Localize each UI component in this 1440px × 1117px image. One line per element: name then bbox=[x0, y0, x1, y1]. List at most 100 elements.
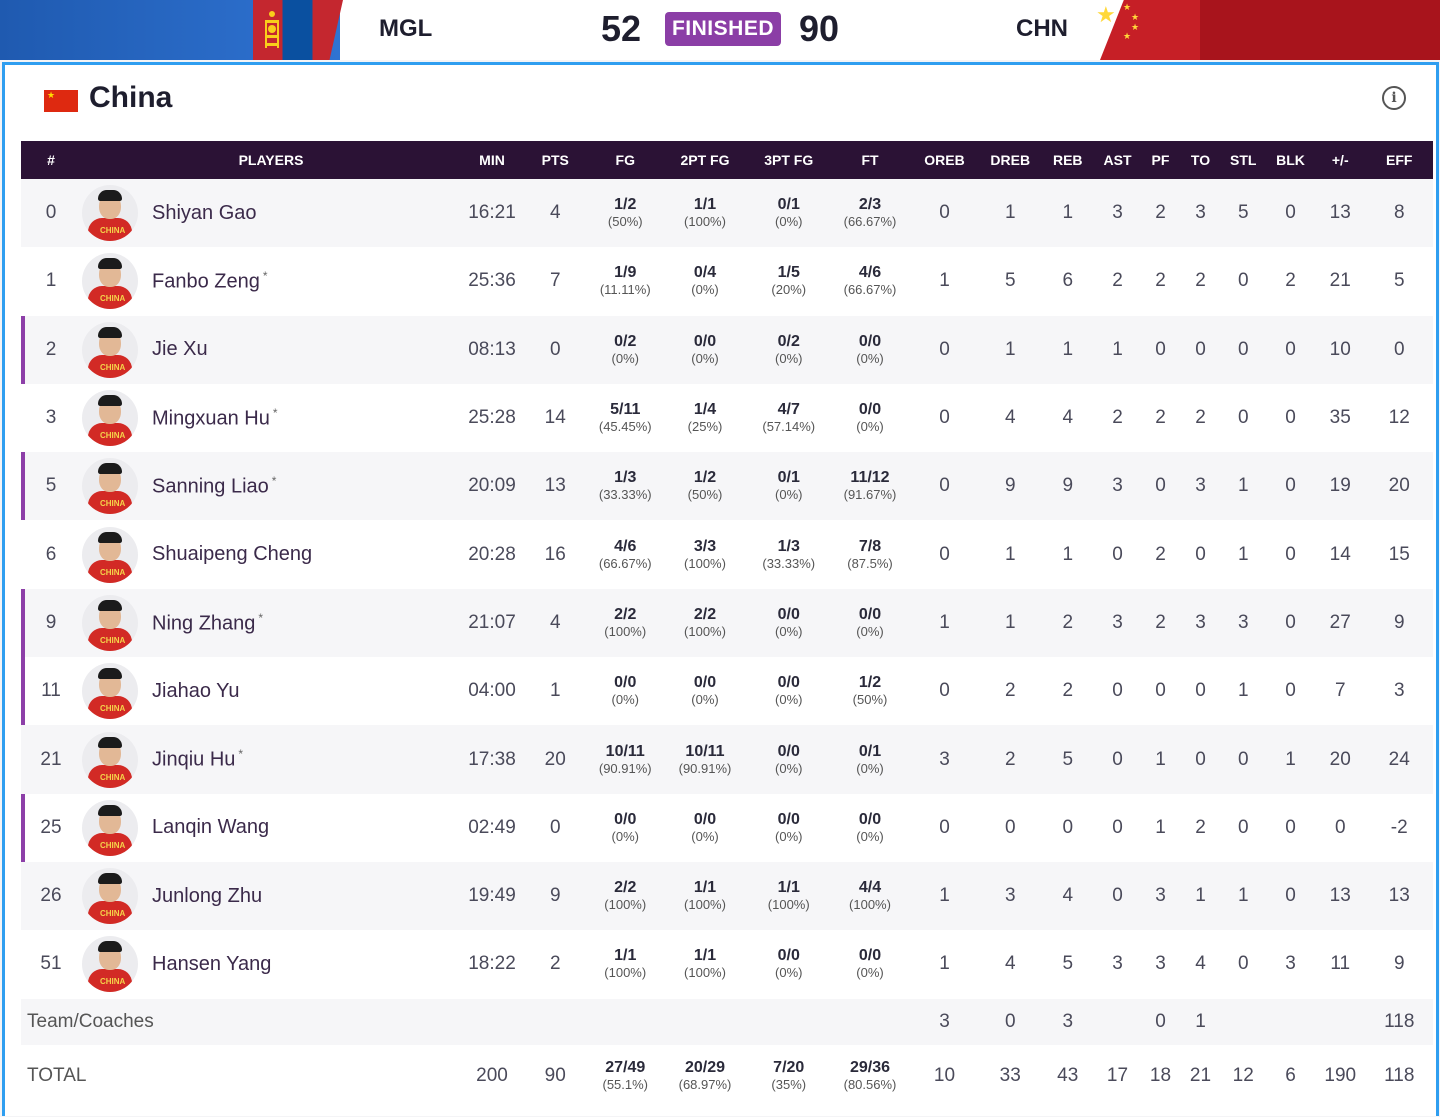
avatar-jersey-text: CHINA bbox=[100, 362, 126, 372]
player-avatar[interactable]: CHINA bbox=[82, 799, 138, 856]
player-avatar[interactable]: CHINA bbox=[82, 731, 138, 788]
col-reb-header[interactable]: REB bbox=[1041, 141, 1095, 179]
player-cell[interactable]: CHINA Lanqin Wang bbox=[81, 794, 461, 862]
player-avatar[interactable]: CHINA bbox=[82, 185, 138, 242]
col-stl-header[interactable]: STL bbox=[1221, 141, 1267, 179]
col-ast-header[interactable]: AST bbox=[1095, 141, 1141, 179]
col-to-header[interactable]: TO bbox=[1181, 141, 1221, 179]
player-name-link[interactable]: Mingxuan Hu * bbox=[152, 406, 278, 431]
player-name: Ning Zhang bbox=[152, 612, 256, 635]
free-throws: 0/0 (0%) bbox=[831, 794, 910, 862]
player-name-link[interactable]: Ning Zhang * bbox=[152, 611, 263, 636]
stat-stl: 1 bbox=[1237, 543, 1249, 565]
col-players-header[interactable]: PLAYERS bbox=[81, 141, 461, 179]
info-icon[interactable]: i bbox=[1382, 86, 1406, 110]
player-row[interactable]: 1 CHINA Fanbo Zeng * 25:36 7 1/9 (11.11%) 0/4 (0%… bbox=[21, 247, 1433, 316]
player-name-link[interactable]: Jinqiu Hu * bbox=[152, 747, 243, 772]
free-throws-made-attempted: 11/12 bbox=[850, 469, 890, 487]
player-avatar[interactable]: CHINA bbox=[82, 663, 138, 720]
player-name-link[interactable]: Lanqin Wang bbox=[152, 816, 269, 839]
col-plus-minus-header[interactable]: +/- bbox=[1315, 141, 1366, 179]
player-cell[interactable]: CHINA Sanning Liao * bbox=[81, 452, 461, 520]
player-cell[interactable]: CHINA Jiahao Yu bbox=[81, 657, 461, 725]
player-row[interactable]: 26 CHINA Junlong Zhu 19:49 9 2/2 (100%) 1/1 (100… bbox=[21, 861, 1433, 931]
player-name-link[interactable]: Jie Xu bbox=[152, 338, 208, 361]
col-pts-header[interactable]: PTS bbox=[523, 141, 588, 179]
player-row[interactable]: 51 CHINA Hansen Yang 18:22 2 1/1 (100%) 1/1 (100… bbox=[21, 930, 1433, 999]
stat-oreb: 0 bbox=[939, 816, 950, 838]
three-point-fg-made-attempted: 1/3 bbox=[777, 537, 800, 555]
player-avatar[interactable]: CHINA bbox=[82, 458, 138, 515]
points: 16 bbox=[544, 543, 566, 565]
col-number-header[interactable]: # bbox=[21, 141, 81, 179]
free-throws-made-attempted: 4/6 bbox=[858, 264, 882, 282]
player-marker: * bbox=[271, 474, 277, 488]
player-name-link[interactable]: Jiahao Yu bbox=[152, 680, 240, 703]
player-info: CHINA Lanqin Wang bbox=[81, 799, 461, 856]
player-cell[interactable]: CHINA Fanbo Zeng * bbox=[81, 247, 461, 315]
player-row[interactable]: 9 CHINA Ning Zhang * 21:07 4 2/2 (100%) 2/2 (100%… bbox=[21, 588, 1433, 658]
player-name-link[interactable]: Junlong Zhu bbox=[152, 885, 262, 908]
player-cell[interactable]: CHINA Jie Xu bbox=[81, 316, 461, 384]
col-dreb-header[interactable]: DREB bbox=[980, 141, 1042, 179]
col-ft-header[interactable]: FT bbox=[831, 141, 910, 179]
player-name-link[interactable]: Shuaipeng Cheng bbox=[152, 543, 312, 566]
stat-dreb: 2 bbox=[1004, 680, 1016, 702]
jersey-number: 6 bbox=[45, 543, 57, 565]
col-pf-header[interactable]: PF bbox=[1141, 141, 1181, 179]
player-avatar[interactable]: CHINA bbox=[82, 321, 138, 378]
player-cell[interactable]: CHINA Ning Zhang * bbox=[81, 589, 461, 657]
total-free-throws-percentage: (80.56%) bbox=[843, 1076, 897, 1092]
table-header-row: # PLAYERS MIN PTS FG 2PT FG 3PT FG FT OREB DREB RE… bbox=[21, 141, 1433, 179]
player-row[interactable]: 6 CHINA Shuaipeng Cheng 20:28 16 4/6 (66.67%) 3… bbox=[21, 520, 1433, 589]
player-row[interactable]: 0 CHINA Shiyan Gao 16:21 4 1/2 (50%) 1/1 (100%) 0… bbox=[21, 179, 1433, 248]
field-goals-made-attempted: 1/1 bbox=[614, 947, 637, 965]
col-oreb-header[interactable]: OREB bbox=[910, 141, 980, 179]
col-fg-header[interactable]: FG bbox=[588, 141, 664, 179]
player-row[interactable]: 5 CHINA Sanning Liao * 20:09 13 1/3 (33.33%) 1/2… bbox=[21, 452, 1433, 521]
avatar-jersey-text: CHINA bbox=[100, 977, 126, 987]
player-row[interactable]: 11 CHINA Jiahao Yu 04:00 1 0/0 (0%) 0/0 (0%) 0/0(… bbox=[21, 657, 1433, 726]
col-min-header[interactable]: MIN bbox=[461, 141, 523, 179]
player-cell[interactable]: CHINA Junlong Zhu bbox=[81, 862, 461, 930]
player-avatar[interactable]: CHINA bbox=[82, 936, 138, 993]
jersey-number: 5 bbox=[21, 452, 81, 521]
player-avatar[interactable]: CHINA bbox=[82, 868, 138, 925]
player-avatar[interactable]: CHINA bbox=[82, 390, 138, 447]
col-blk-header[interactable]: BLK bbox=[1266, 141, 1315, 179]
player-cell[interactable]: CHINA Shuaipeng Cheng bbox=[81, 520, 461, 588]
home-team-code[interactable]: MGL bbox=[379, 15, 432, 43]
total-stat-reb: 43 bbox=[1057, 1064, 1079, 1086]
player-name-link[interactable]: Hansen Yang bbox=[152, 953, 271, 976]
free-throws-made-attempted: 0/1 bbox=[858, 742, 882, 760]
col-3pt-fg-header[interactable]: 3PT FG bbox=[747, 141, 831, 179]
team-stat-pf: 0 bbox=[1155, 1010, 1166, 1032]
col-eff-header[interactable]: EFF bbox=[1366, 141, 1434, 179]
player-name-link[interactable]: Fanbo Zeng * bbox=[152, 269, 268, 294]
two-point-fg: 0/0 (0%) bbox=[663, 316, 747, 384]
two-point-fg-percentage: (0%) bbox=[691, 692, 719, 708]
three-point-fg-percentage: (0%) bbox=[775, 828, 803, 844]
away-team-code[interactable]: CHN bbox=[1016, 15, 1068, 43]
player-cell[interactable]: CHINA Jinqiu Hu * bbox=[81, 725, 461, 793]
two-point-fg: 1/1 (100%) bbox=[663, 862, 747, 930]
player-name-link[interactable]: Sanning Liao * bbox=[152, 474, 276, 499]
player-avatar[interactable]: CHINA bbox=[82, 594, 138, 651]
player-row[interactable]: 3 CHINA Mingxuan Hu * 25:28 14 5/11 (45.45%) 1/4… bbox=[21, 383, 1433, 453]
player-row[interactable]: 25 CHINA Lanqin Wang 02:49 0 0/0 (0%) 0/0 (0%) 0/… bbox=[21, 793, 1433, 863]
player-name: Jinqiu Hu bbox=[152, 748, 236, 771]
stat-oreb: 1 bbox=[939, 885, 950, 907]
player-name-link[interactable]: Shiyan Gao bbox=[152, 202, 257, 225]
stat-blk: 0 bbox=[1285, 611, 1296, 633]
player-avatar[interactable]: CHINA bbox=[82, 253, 138, 310]
player-row[interactable]: 21 CHINA Jinqiu Hu * 17:38 20 10/11 (90.91%) 10/… bbox=[21, 725, 1433, 794]
player-row[interactable]: 2 CHINA Jie Xu 08:13 0 0/2 (0%) 0/0 (0%) 0/2 (0%) 0… bbox=[21, 315, 1433, 385]
player-cell[interactable]: CHINA Hansen Yang bbox=[81, 930, 461, 998]
player-avatar[interactable]: CHINA bbox=[82, 526, 138, 583]
field-goals: 2/2 (100%) bbox=[588, 862, 664, 930]
player-cell[interactable]: CHINA Shiyan Gao bbox=[81, 179, 461, 247]
jersey-number: 3 bbox=[45, 407, 57, 429]
col-2pt-fg-header[interactable]: 2PT FG bbox=[663, 141, 747, 179]
total-three-point-fg: 7/20 (35%) bbox=[747, 1045, 831, 1107]
player-cell[interactable]: CHINA Mingxuan Hu * bbox=[81, 384, 461, 452]
